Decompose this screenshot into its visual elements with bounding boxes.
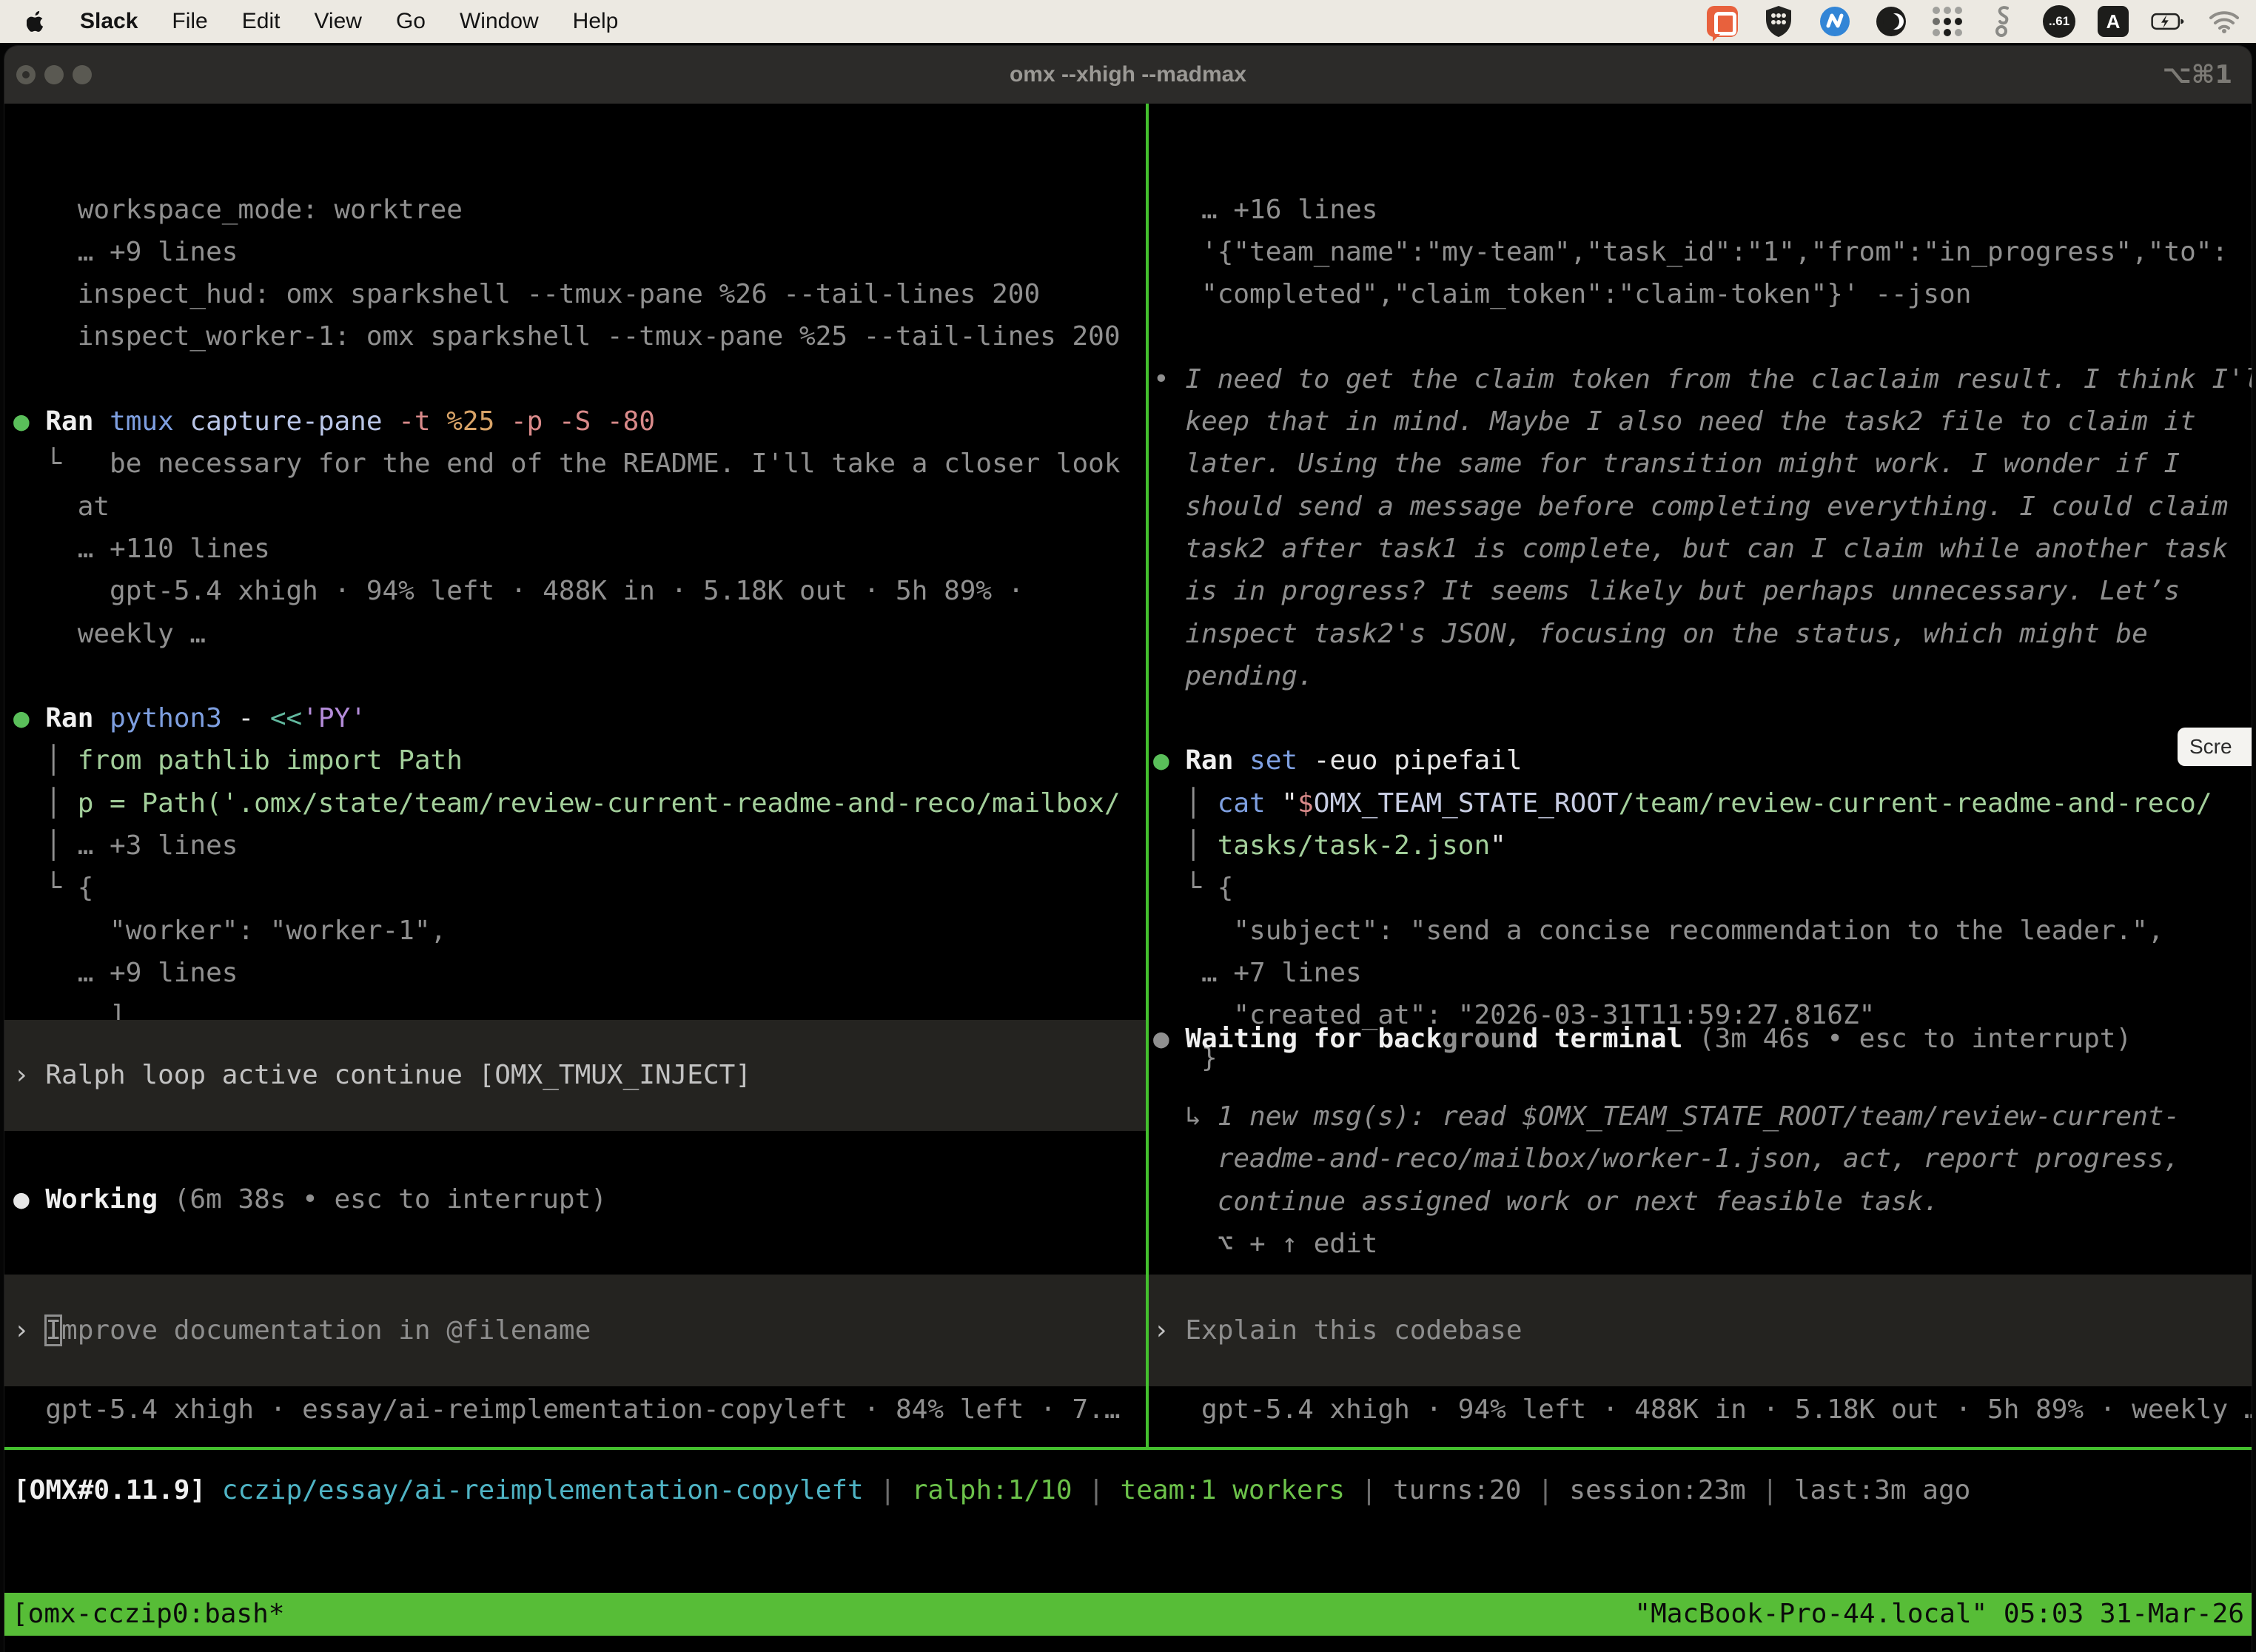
terminal-line: … +9 lines [13, 952, 1146, 994]
terminal-line: inspect_hud: omx sparkshell --tmux-pane … [13, 273, 1146, 315]
hook-icon[interactable] [1987, 4, 2021, 38]
dots-grid-icon[interactable] [1930, 4, 1964, 38]
terminal-line: weekly … [13, 613, 1146, 655]
terminal-line [1153, 315, 2252, 357]
window-title: omx --xhigh --madmax [1010, 62, 1246, 87]
working-status: ● Working (6m 38s • esc to interrupt) [13, 1178, 607, 1220]
terminal-line: ⌥ + ↑ edit [1153, 1223, 2180, 1265]
a-square-icon[interactable]: A [2098, 6, 2129, 37]
badge-61-icon[interactable]: ..61 [2043, 5, 2075, 38]
blue-lightning-icon[interactable] [1818, 4, 1852, 38]
terminal-line: is in progress? It seems likely but perh… [1153, 570, 2252, 612]
terminal-line: • I need to get the claim token from the… [1153, 358, 2252, 400]
terminal-line: at [13, 486, 1146, 528]
right-pane-statusline: gpt-5.4 xhigh · 94% left · 488K in · 5.1… [1153, 1389, 2252, 1431]
left-pane-output: workspace_mode: worktree … +9 lines insp… [4, 189, 1146, 1079]
terminal-line: should send a message before completing … [1153, 486, 2252, 528]
terminal-line: inspect_worker-1: omx sparkshell --tmux-… [13, 315, 1146, 357]
terminal-line: ● Working (6m 38s • esc to interrupt) [13, 1178, 607, 1220]
terminal-line: ↳ 1 new msg(s): read $OMX_TEAM_STATE_ROO… [1153, 1095, 2180, 1138]
terminal-line: └ be necessary for the end of the README… [13, 443, 1146, 485]
shield-grid-icon[interactable] [1762, 4, 1796, 38]
apple-icon[interactable] [27, 10, 46, 33]
tmux-pane-right: … +16 lines '{"team_name":"my-team","tas… [1149, 104, 2252, 1447]
terminal-line: │ p = Path('.omx/state/team/review-curre… [13, 782, 1146, 825]
zoom-button[interactable] [73, 65, 92, 84]
menu-item-help[interactable]: Help [573, 9, 619, 34]
terminal-line: readme-and-reco/mailbox/worker-1.json, a… [1153, 1138, 2180, 1180]
menu-bar-status-icons: ..61 A [1705, 4, 2256, 38]
wifi-icon[interactable] [2207, 4, 2241, 38]
terminal-line: └ { [1153, 867, 2252, 909]
title-bar: omx --xhigh --madmax ⌥⌘1 [4, 46, 2252, 104]
window-shortcut-badge: ⌥⌘1 [2163, 60, 2232, 90]
minimize-button[interactable] [44, 65, 64, 84]
terminal-line: … +9 lines [13, 231, 1146, 273]
terminal-line: … +7 lines [1153, 952, 2252, 994]
tmux-status-bar: [omx-cczip0:bash* "MacBook-Pro-44.local"… [4, 1593, 2252, 1636]
tmux-session-label: [omx-cczip0:bash* [12, 1593, 284, 1635]
battery-charging-icon[interactable] [2151, 4, 2185, 38]
terminal-line: "subject": "send a concise recommendatio… [1153, 910, 2252, 952]
terminal-line: gpt-5.4 xhigh · 94% left · 488K in · 5.1… [13, 570, 1146, 612]
right-pane-output: … +16 lines '{"team_name":"my-team","tas… [1149, 189, 2252, 1079]
pane-bottom-border [4, 1447, 2252, 1450]
terminal-line: › Improve documentation in @filename [13, 1309, 591, 1352]
chat-app-icon[interactable] [1705, 4, 1739, 38]
terminal-line: "completed","claim_token":"claim-token"}… [1153, 273, 2252, 315]
terminal-line: … +110 lines [13, 528, 1146, 570]
terminal-line: │ from pathlib import Path [13, 739, 1146, 782]
terminal-line [13, 358, 1146, 400]
terminal-line: inspect task2's JSON, focusing on the st… [1153, 613, 2252, 655]
terminal-line: pending. [1153, 655, 2252, 697]
terminal-line: continue assigned work or next feasible … [1153, 1181, 2180, 1223]
terminal-line: │ … +3 lines [13, 825, 1146, 867]
omx-session-statusline: [OMX#0.11.9] cczip/essay/ai-reimplementa… [13, 1469, 1970, 1511]
prompt-input-left[interactable]: › Improve documentation in @filename [4, 1275, 1146, 1386]
terminal-line: [OMX#0.11.9] cczip/essay/ai-reimplementa… [13, 1469, 1970, 1511]
terminal-line: keep that in mind. Maybe I also need the… [1153, 400, 2252, 443]
terminal-line: ● Ran python3 - <<'PY' [13, 697, 1146, 739]
terminal-line: │ cat "$OMX_TEAM_STATE_ROOT/team/review-… [1153, 782, 2252, 825]
terminal-line: ● Ran set -euo pipefail [1153, 739, 2252, 782]
close-button[interactable] [16, 65, 36, 84]
mailbox-message-note: ↳ 1 new msg(s): read $OMX_TEAM_STATE_ROO… [1153, 1095, 2180, 1265]
terminal-line [13, 655, 1146, 697]
terminal-line: › Explain this codebase [1153, 1309, 1523, 1352]
terminal-line: task2 after task1 is complete, but can I… [1153, 528, 2252, 570]
left-pane-statusline: gpt-5.4 xhigh · essay/ai-reimplementatio… [13, 1389, 1146, 1431]
menu-item-view[interactable]: View [314, 9, 361, 34]
terminal-window: omx --xhigh --madmax ⌥⌘1 workspace_mode:… [4, 46, 2252, 1652]
menu-item-go[interactable]: Go [396, 9, 426, 34]
menu-item-file[interactable]: File [172, 9, 207, 34]
menu-app-name[interactable]: Slack [80, 9, 138, 34]
tmux-pane-left: workspace_mode: worktree … +9 lines insp… [4, 104, 1146, 1447]
menu-item-window[interactable]: Window [460, 9, 539, 34]
prompt-input-right[interactable]: › Explain this codebase [1149, 1275, 2252, 1386]
waiting-status: ● Waiting for background terminal (3m 46… [1153, 1018, 2132, 1060]
menu-bar-left: Slack File Edit View Go Window Help [0, 9, 618, 34]
menu-bar: Slack File Edit View Go Window Help [0, 0, 2256, 43]
screen: Slack File Edit View Go Window Help [0, 0, 2256, 1652]
terminal-content: workspace_mode: worktree … +9 lines insp… [4, 104, 2252, 1652]
menu-item-edit[interactable]: Edit [242, 9, 281, 34]
terminal-line: └ { [13, 867, 1146, 909]
terminal-line: ● Ran tmux capture-pane -t %25 -p -S -80 [13, 400, 1146, 443]
terminal-line [1153, 697, 2252, 739]
moon-circle-icon[interactable] [1874, 4, 1908, 38]
traffic-lights [16, 46, 92, 104]
terminal-line: ● Waiting for background terminal (3m 46… [1153, 1018, 2132, 1060]
tmux-host-clock: "MacBook-Pro-44.local" 05:03 31-Mar-26 [1634, 1593, 2244, 1635]
terminal-line: gpt-5.4 xhigh · 94% left · 488K in · 5.1… [1153, 1389, 2252, 1431]
ralph-loop-banner: › Ralph loop active continue [OMX_TMUX_I… [4, 1020, 1146, 1131]
terminal-line: workspace_mode: worktree [13, 189, 1146, 231]
terminal-line: '{"team_name":"my-team","task_id":"1","f… [1153, 231, 2252, 273]
terminal-line: gpt-5.4 xhigh · essay/ai-reimplementatio… [13, 1389, 1146, 1431]
terminal-line: later. Using the same for transition mig… [1153, 443, 2252, 485]
terminal-line: › Ralph loop active continue [OMX_TMUX_I… [13, 1054, 751, 1096]
terminal-line: "worker": "worker-1", [13, 910, 1146, 952]
terminal-line: │ tasks/task-2.json" [1153, 825, 2252, 867]
screen-notification-overlay[interactable]: Scre [2178, 728, 2252, 766]
terminal-line: … +16 lines [1153, 189, 2252, 231]
